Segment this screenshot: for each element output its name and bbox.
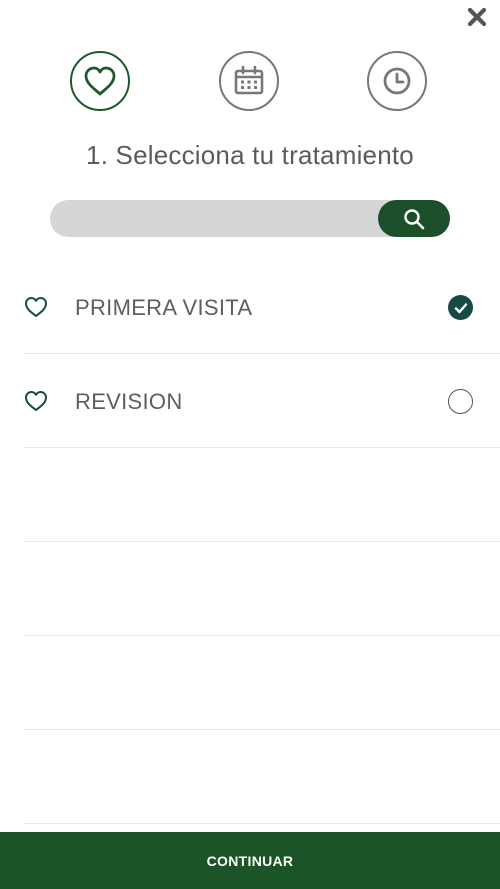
- treatment-label: REVISION: [75, 389, 183, 414]
- step-date[interactable]: [219, 51, 279, 111]
- clock-icon: [383, 67, 411, 95]
- continue-button[interactable]: CONTINUAR: [0, 832, 500, 889]
- step-time[interactable]: [367, 51, 427, 111]
- search-button[interactable]: [378, 200, 450, 237]
- search-icon: [404, 208, 425, 229]
- empty-row: [24, 636, 500, 730]
- treatment-radio[interactable]: [448, 389, 473, 414]
- step-indicator: [0, 51, 500, 113]
- close-icon: [467, 7, 487, 27]
- empty-row: [24, 448, 500, 542]
- page-title: 1. Selecciona tu tratamiento: [86, 140, 414, 170]
- search-bar: [50, 200, 450, 237]
- search-input[interactable]: [50, 200, 380, 237]
- heart-outline-icon: [25, 297, 47, 317]
- list-item[interactable]: REVISION: [24, 354, 500, 448]
- treatment-list: PRIMERA VISITA REVISION: [24, 260, 500, 824]
- check-icon: [454, 302, 467, 313]
- empty-row: [24, 542, 500, 636]
- empty-row: [24, 730, 500, 824]
- step-treatment[interactable]: [70, 51, 130, 111]
- heart-outline-icon: [25, 391, 47, 411]
- list-item[interactable]: PRIMERA VISITA: [24, 260, 500, 354]
- treatment-label: PRIMERA VISITA: [75, 295, 253, 320]
- treatment-radio-selected[interactable]: [448, 295, 473, 320]
- heart-icon: [84, 66, 116, 96]
- close-button[interactable]: [466, 6, 488, 28]
- calendar-icon: [234, 65, 264, 95]
